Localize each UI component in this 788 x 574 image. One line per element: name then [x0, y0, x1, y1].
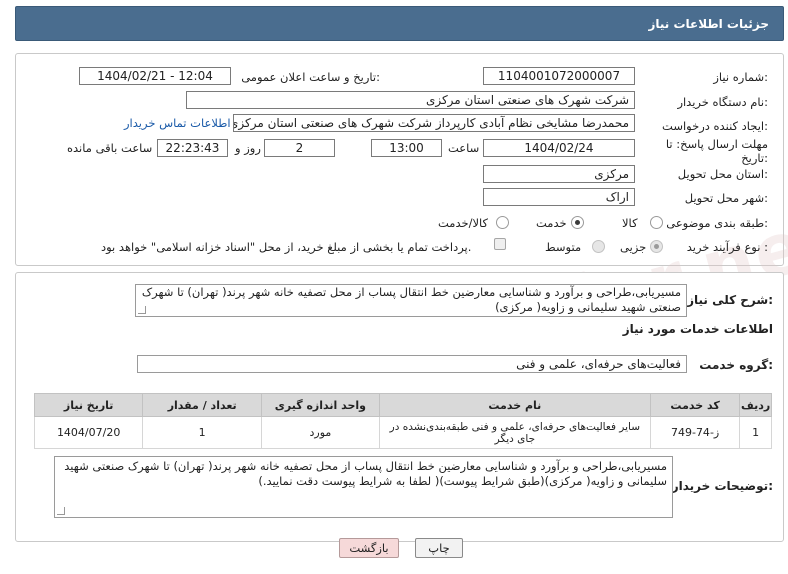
cell-service-name: سایر فعالیت‌های حرفه‌ای، علمی و فنی طبقه… — [378, 416, 651, 449]
cell-service-code: ز-74-749 — [649, 416, 741, 449]
buyer-org-label: نام دستگاه خریدار: — [677, 95, 768, 109]
table-header-row: ردیف کد خدمت نام خدمت واحد اندازه گیری ت… — [33, 393, 772, 417]
process-radio-medium[interactable] — [592, 240, 605, 253]
deadline-time-label: ساعت — [448, 141, 480, 155]
col-service-name: نام خدمت — [378, 393, 651, 417]
table-row: 1 ز-74-749 سایر فعالیت‌های حرفه‌ای، علمی… — [33, 416, 772, 449]
city-label: شهر محل تحویل: — [684, 191, 768, 205]
province-field: مرکزی — [483, 165, 635, 183]
remaining-time-field: 22:23:43 — [157, 139, 228, 157]
col-service-code: کد خدمت — [649, 393, 741, 417]
buyer-notes-label: توضیحات خریدار: — [671, 479, 773, 493]
deadline-date-field: 1404/02/24 — [483, 139, 635, 157]
category-radio-service[interactable] — [571, 216, 584, 229]
page-title: جزئیات اطلاعات نیاز — [648, 17, 769, 31]
services-table: ردیف کد خدمت نام خدمت واحد اندازه گیری ت… — [33, 393, 772, 449]
cell-need-date: 1404/07/20 — [33, 416, 144, 449]
category-radio-goods-service[interactable] — [496, 216, 509, 229]
days-count-field: 2 — [264, 139, 335, 157]
process-label: نوع فرآیند خرید : — [686, 240, 768, 254]
announce-datetime-label: تاریخ و ساعت اعلان عمومی: — [241, 70, 380, 84]
buyer-org-field: شرکت شهرک های صنعتی استان مرکزی — [186, 91, 635, 109]
process-radio-minor[interactable] — [650, 240, 663, 253]
category-option-goods: کالا — [622, 216, 638, 230]
service-group-field: فعالیت‌های حرفه‌ای، علمی و فنی — [137, 355, 687, 373]
buyer-notes-textarea[interactable]: مسیریابی،طراحی و برآورد و شناسایی معارضی… — [54, 456, 673, 518]
buyer-notes-resize-handle[interactable] — [57, 507, 65, 515]
days-label: روز و — [235, 141, 261, 155]
description-resize-handle[interactable] — [138, 306, 146, 314]
treasury-payment-note: پرداخت تمام یا بخشی از مبلغ خرید، از محل… — [101, 240, 472, 254]
treasury-payment-checkbox[interactable] — [494, 238, 506, 250]
page-header: جزئیات اطلاعات نیاز — [15, 6, 784, 41]
cell-quantity: 1 — [142, 416, 263, 449]
cell-unit: مورد — [261, 416, 380, 449]
col-unit: واحد اندازه گیری — [261, 393, 380, 417]
deadline-time-field: 13:00 — [371, 139, 442, 157]
requester-field: محمدرضا مشایخی نظام آبادی کارپرداز شرکت … — [233, 114, 635, 132]
requester-label: ایجاد کننده درخواست: — [662, 119, 768, 133]
print-button[interactable]: چاپ — [415, 538, 463, 558]
province-label: استان محل تحویل: — [677, 167, 768, 181]
cell-row-number: 1 — [739, 416, 772, 449]
city-field: اراک — [483, 188, 635, 206]
description-label: شرح کلی نیاز: — [687, 293, 773, 307]
announce-datetime-field: 1404/02/21 - 12:04 — [79, 67, 231, 85]
col-quantity: تعداد / مقدار — [142, 393, 263, 417]
category-label: طبقه بندی موضوعی: — [666, 216, 768, 230]
need-number-label: شماره نیاز: — [713, 70, 768, 84]
services-section-title: اطلاعات خدمات مورد نیاز — [622, 322, 773, 336]
col-row-number: ردیف — [739, 393, 772, 417]
back-button[interactable]: بازگشت — [339, 538, 399, 558]
deadline-label: مهلت ارسال پاسخ: تا — [665, 137, 768, 151]
process-option-medium: متوسط — [545, 240, 582, 254]
description-textarea[interactable]: مسیریابی،طراحی و برآورد و شناسایی معارضی… — [135, 284, 687, 317]
category-option-goods-service: کالا/خدمت — [438, 216, 489, 230]
buyer-contact-link[interactable]: اطلاعات تماس خریدار — [124, 116, 231, 130]
deadline-label-date: تاریخ: — [741, 151, 768, 165]
category-radio-goods[interactable] — [650, 216, 663, 229]
need-number-field: 1104001072000007 — [483, 67, 635, 85]
col-need-date: تاریخ نیاز — [33, 393, 144, 417]
service-group-label: گروه خدمت: — [699, 358, 773, 372]
process-option-minor: جزیی — [620, 240, 647, 254]
category-option-service: خدمت — [536, 216, 567, 230]
remaining-time-label: ساعت باقی مانده — [67, 141, 153, 155]
